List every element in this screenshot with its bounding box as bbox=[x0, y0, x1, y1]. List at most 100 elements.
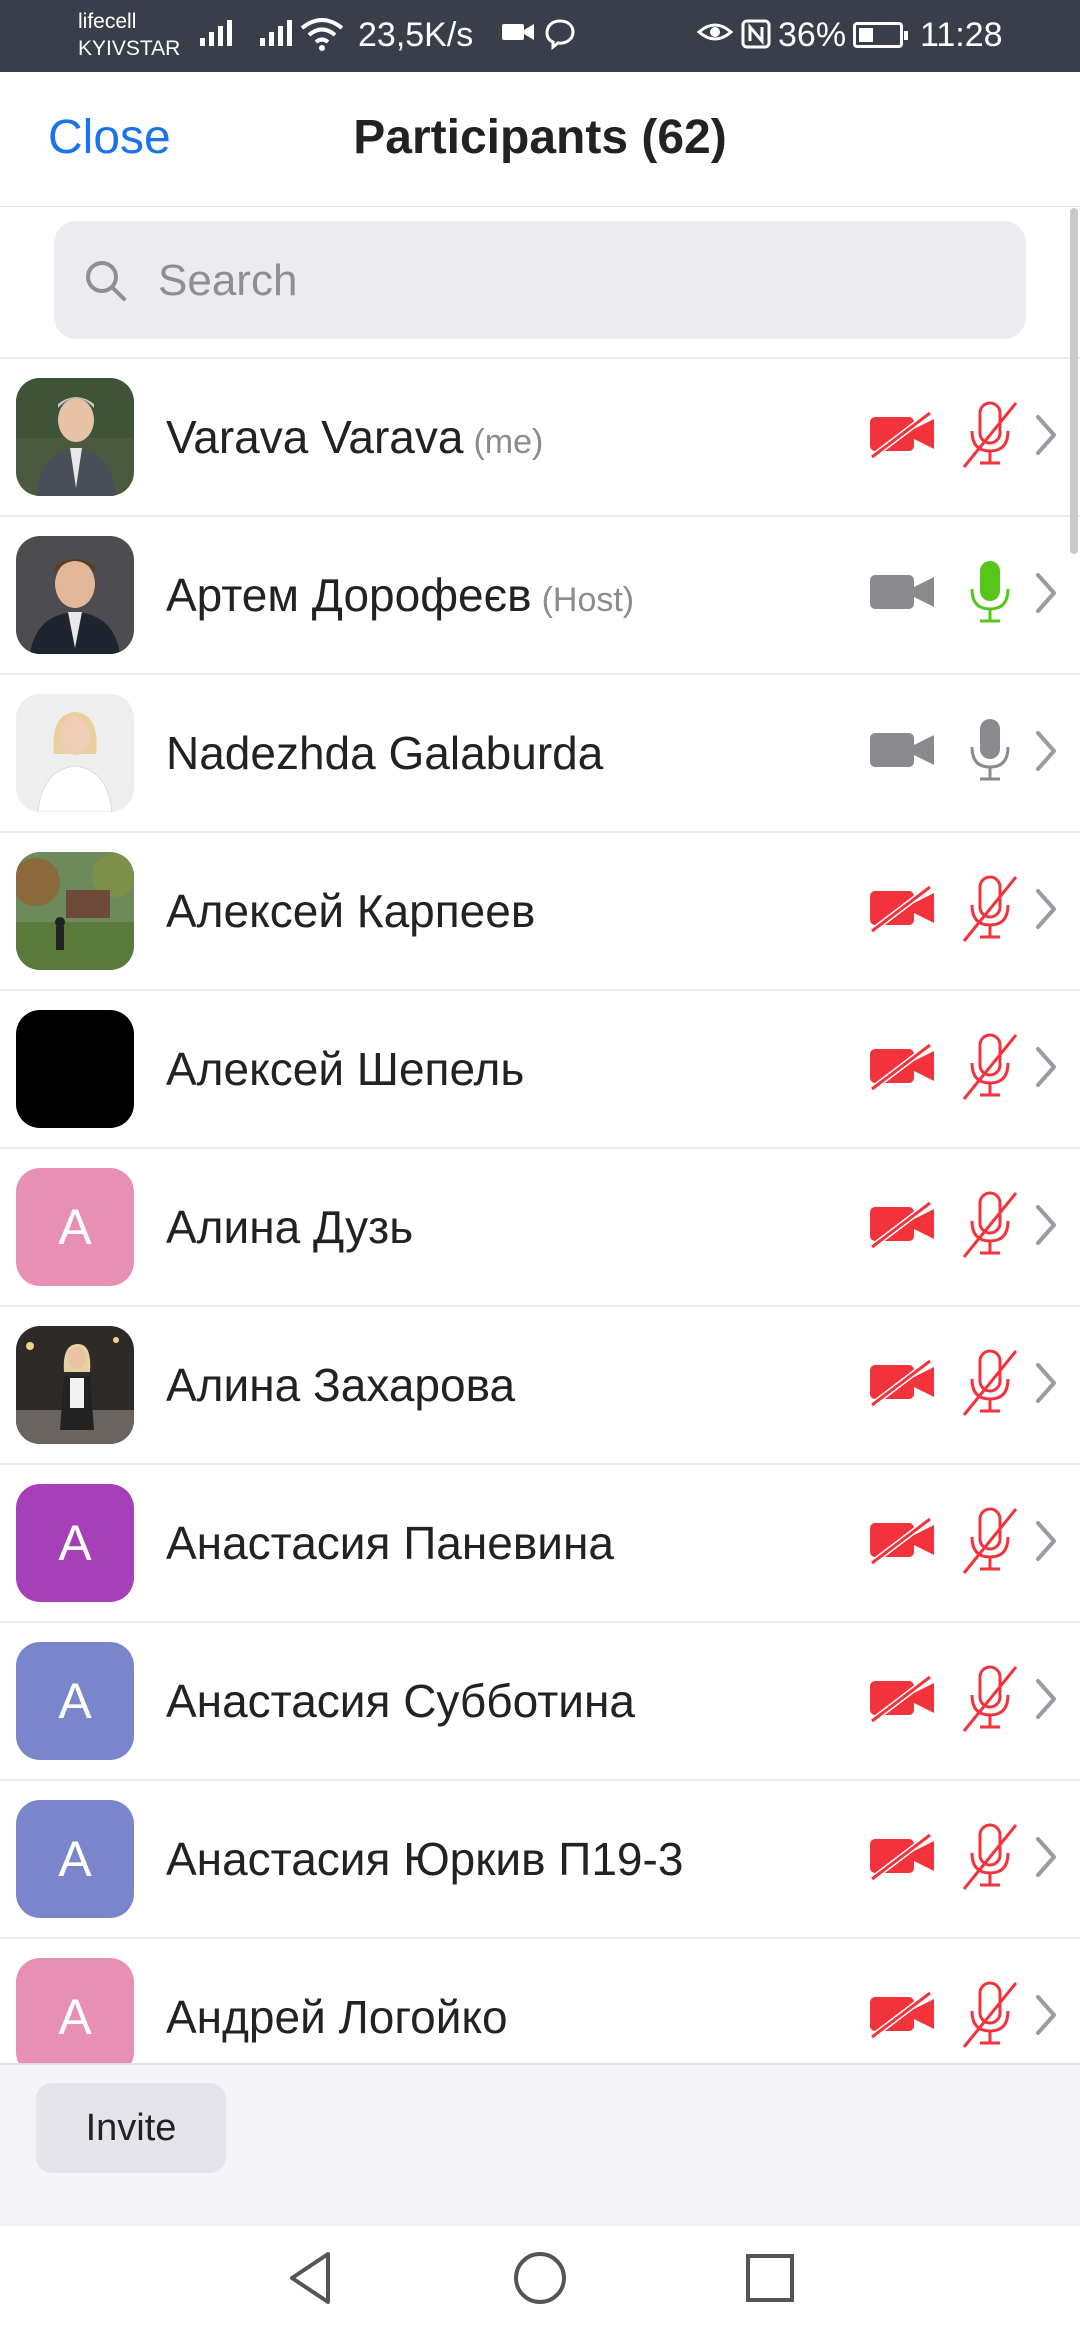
camera-off-icon[interactable] bbox=[868, 1990, 938, 2040]
network-speed: 23,5K/s bbox=[358, 16, 474, 54]
video-status[interactable] bbox=[868, 1516, 938, 1570]
participant-name-text: Nadezhda Galaburda bbox=[166, 727, 604, 779]
participant-row[interactable]: Алина Захарова bbox=[0, 1307, 1080, 1465]
participant-name: Андрей Логойко bbox=[166, 1939, 508, 2063]
battery-percent: 36% bbox=[778, 16, 847, 54]
camera-on-icon[interactable] bbox=[868, 727, 938, 775]
invite-button[interactable]: Invite bbox=[36, 2083, 226, 2173]
audio-status[interactable] bbox=[962, 873, 1018, 950]
nfc-icon bbox=[741, 19, 771, 49]
video-status[interactable] bbox=[868, 1832, 938, 1886]
participant-row[interactable]: A Анастасия Субботина bbox=[0, 1623, 1080, 1781]
participant-row[interactable]: Алексей Карпеев bbox=[0, 833, 1080, 991]
participant-list[interactable]: Varava Varava(me) Артем Дорофеєв(Host) bbox=[0, 359, 1080, 2063]
chevron-right-icon[interactable] bbox=[1032, 1833, 1060, 1881]
avatar bbox=[16, 378, 134, 496]
audio-status[interactable] bbox=[962, 1505, 1018, 1582]
participant-name: Алексей Карпеев bbox=[166, 833, 535, 989]
avatar bbox=[16, 1326, 134, 1444]
participant-row[interactable]: A Андрей Логойко bbox=[0, 1939, 1080, 2063]
camera-on-icon[interactable] bbox=[868, 569, 938, 617]
mic-speaking-icon[interactable] bbox=[962, 557, 1018, 629]
mic-muted-icon[interactable] bbox=[962, 1979, 1018, 2051]
participant-row[interactable]: Varava Varava (me) bbox=[0, 359, 1080, 517]
participant-name-text: Алексей Шепель bbox=[166, 1043, 525, 1095]
mic-on-icon[interactable] bbox=[962, 715, 1018, 787]
carrier-1: lifecell bbox=[78, 10, 137, 33]
mic-muted-icon[interactable] bbox=[962, 1347, 1018, 1419]
mic-muted-icon[interactable] bbox=[962, 1189, 1018, 1261]
participant-name-text: Артем Дорофеєв bbox=[166, 569, 532, 621]
camera-off-icon[interactable] bbox=[868, 1832, 938, 1882]
avatar: A bbox=[16, 1642, 134, 1760]
participant-row[interactable]: A Анастасия Юркив П19-3 bbox=[0, 1781, 1080, 1939]
camera-off-icon[interactable] bbox=[868, 1358, 938, 1408]
audio-status[interactable] bbox=[962, 399, 1018, 476]
chevron-right-icon[interactable] bbox=[1032, 885, 1060, 933]
avatar-photo bbox=[16, 536, 134, 654]
avatar-photo bbox=[16, 852, 134, 970]
chevron-right-icon[interactable] bbox=[1032, 1043, 1060, 1091]
mic-muted-icon[interactable] bbox=[962, 1505, 1018, 1577]
video-status[interactable] bbox=[868, 569, 938, 622]
camera-off-icon[interactable] bbox=[868, 1042, 938, 1092]
avatar: A bbox=[16, 1800, 134, 1918]
video-status[interactable] bbox=[868, 884, 938, 938]
title-text: Participants (62) bbox=[353, 111, 727, 164]
chevron-right-icon[interactable] bbox=[1032, 727, 1060, 775]
video-status[interactable] bbox=[868, 1674, 938, 1728]
audio-status[interactable] bbox=[962, 1663, 1018, 1740]
audio-status[interactable] bbox=[962, 1821, 1018, 1898]
chevron-right-icon[interactable] bbox=[1032, 1359, 1060, 1407]
video-status[interactable] bbox=[868, 410, 938, 464]
participant-name: Varava Varava (me) bbox=[166, 359, 543, 515]
audio-status[interactable] bbox=[962, 1979, 1018, 2056]
camera-off-icon[interactable] bbox=[868, 410, 938, 460]
search-box[interactable] bbox=[54, 221, 1026, 341]
camera-off-icon[interactable] bbox=[868, 1674, 938, 1724]
chevron-right-icon[interactable] bbox=[1032, 1201, 1060, 1249]
audio-status[interactable] bbox=[962, 557, 1018, 634]
participant-name: Алина Захарова bbox=[166, 1307, 515, 1463]
audio-status[interactable] bbox=[962, 1189, 1018, 1266]
participant-name-text: Алина Захарова bbox=[166, 1359, 516, 1411]
participant-row[interactable]: Nadezhda Galaburda bbox=[0, 675, 1080, 833]
camera-off-icon[interactable] bbox=[868, 1200, 938, 1250]
chevron-right-icon[interactable] bbox=[1032, 569, 1060, 617]
recents-icon[interactable] bbox=[742, 2248, 798, 2308]
back-icon[interactable] bbox=[284, 2248, 336, 2308]
avatar-letter: A bbox=[58, 1515, 92, 1571]
chevron-right-icon[interactable] bbox=[1032, 1517, 1060, 1565]
carrier-2: KYIVSTAR bbox=[78, 37, 181, 60]
page-title: Participants (62) bbox=[0, 110, 1080, 165]
home-icon[interactable] bbox=[510, 2248, 570, 2308]
mic-muted-icon[interactable] bbox=[962, 1821, 1018, 1893]
participant-name: Nadezhda Galaburda bbox=[166, 675, 603, 831]
mic-muted-icon[interactable] bbox=[962, 1031, 1018, 1103]
camera-off-icon[interactable] bbox=[868, 1516, 938, 1566]
participant-name-text: Анастасия Паневина bbox=[166, 1517, 614, 1569]
mic-muted-icon[interactable] bbox=[962, 399, 1018, 471]
video-status[interactable] bbox=[868, 1200, 938, 1254]
mic-muted-icon[interactable] bbox=[962, 873, 1018, 945]
eye-comfort-icon bbox=[697, 23, 733, 41]
search-input[interactable] bbox=[156, 221, 1000, 341]
camera-off-icon[interactable] bbox=[868, 884, 938, 934]
system-nav-bar bbox=[0, 2226, 1080, 2340]
scrollbar[interactable] bbox=[1070, 208, 1078, 554]
video-status[interactable] bbox=[868, 727, 938, 780]
video-status[interactable] bbox=[868, 1042, 938, 1096]
video-status[interactable] bbox=[868, 1358, 938, 1412]
participant-row[interactable]: A Алина Дузь bbox=[0, 1149, 1080, 1307]
video-status[interactable] bbox=[868, 1990, 938, 2044]
participant-row[interactable]: Алексей Шепель bbox=[0, 991, 1080, 1149]
audio-status[interactable] bbox=[962, 1347, 1018, 1424]
participant-row[interactable]: A Анастасия Паневина bbox=[0, 1465, 1080, 1623]
participant-row[interactable]: Артем Дорофеєв (Host) bbox=[0, 517, 1080, 675]
chevron-right-icon[interactable] bbox=[1032, 1675, 1060, 1723]
mic-muted-icon[interactable] bbox=[962, 1663, 1018, 1735]
audio-status[interactable] bbox=[962, 715, 1018, 792]
chevron-right-icon[interactable] bbox=[1032, 411, 1060, 459]
chevron-right-icon[interactable] bbox=[1032, 1991, 1060, 2039]
audio-status[interactable] bbox=[962, 1031, 1018, 1108]
